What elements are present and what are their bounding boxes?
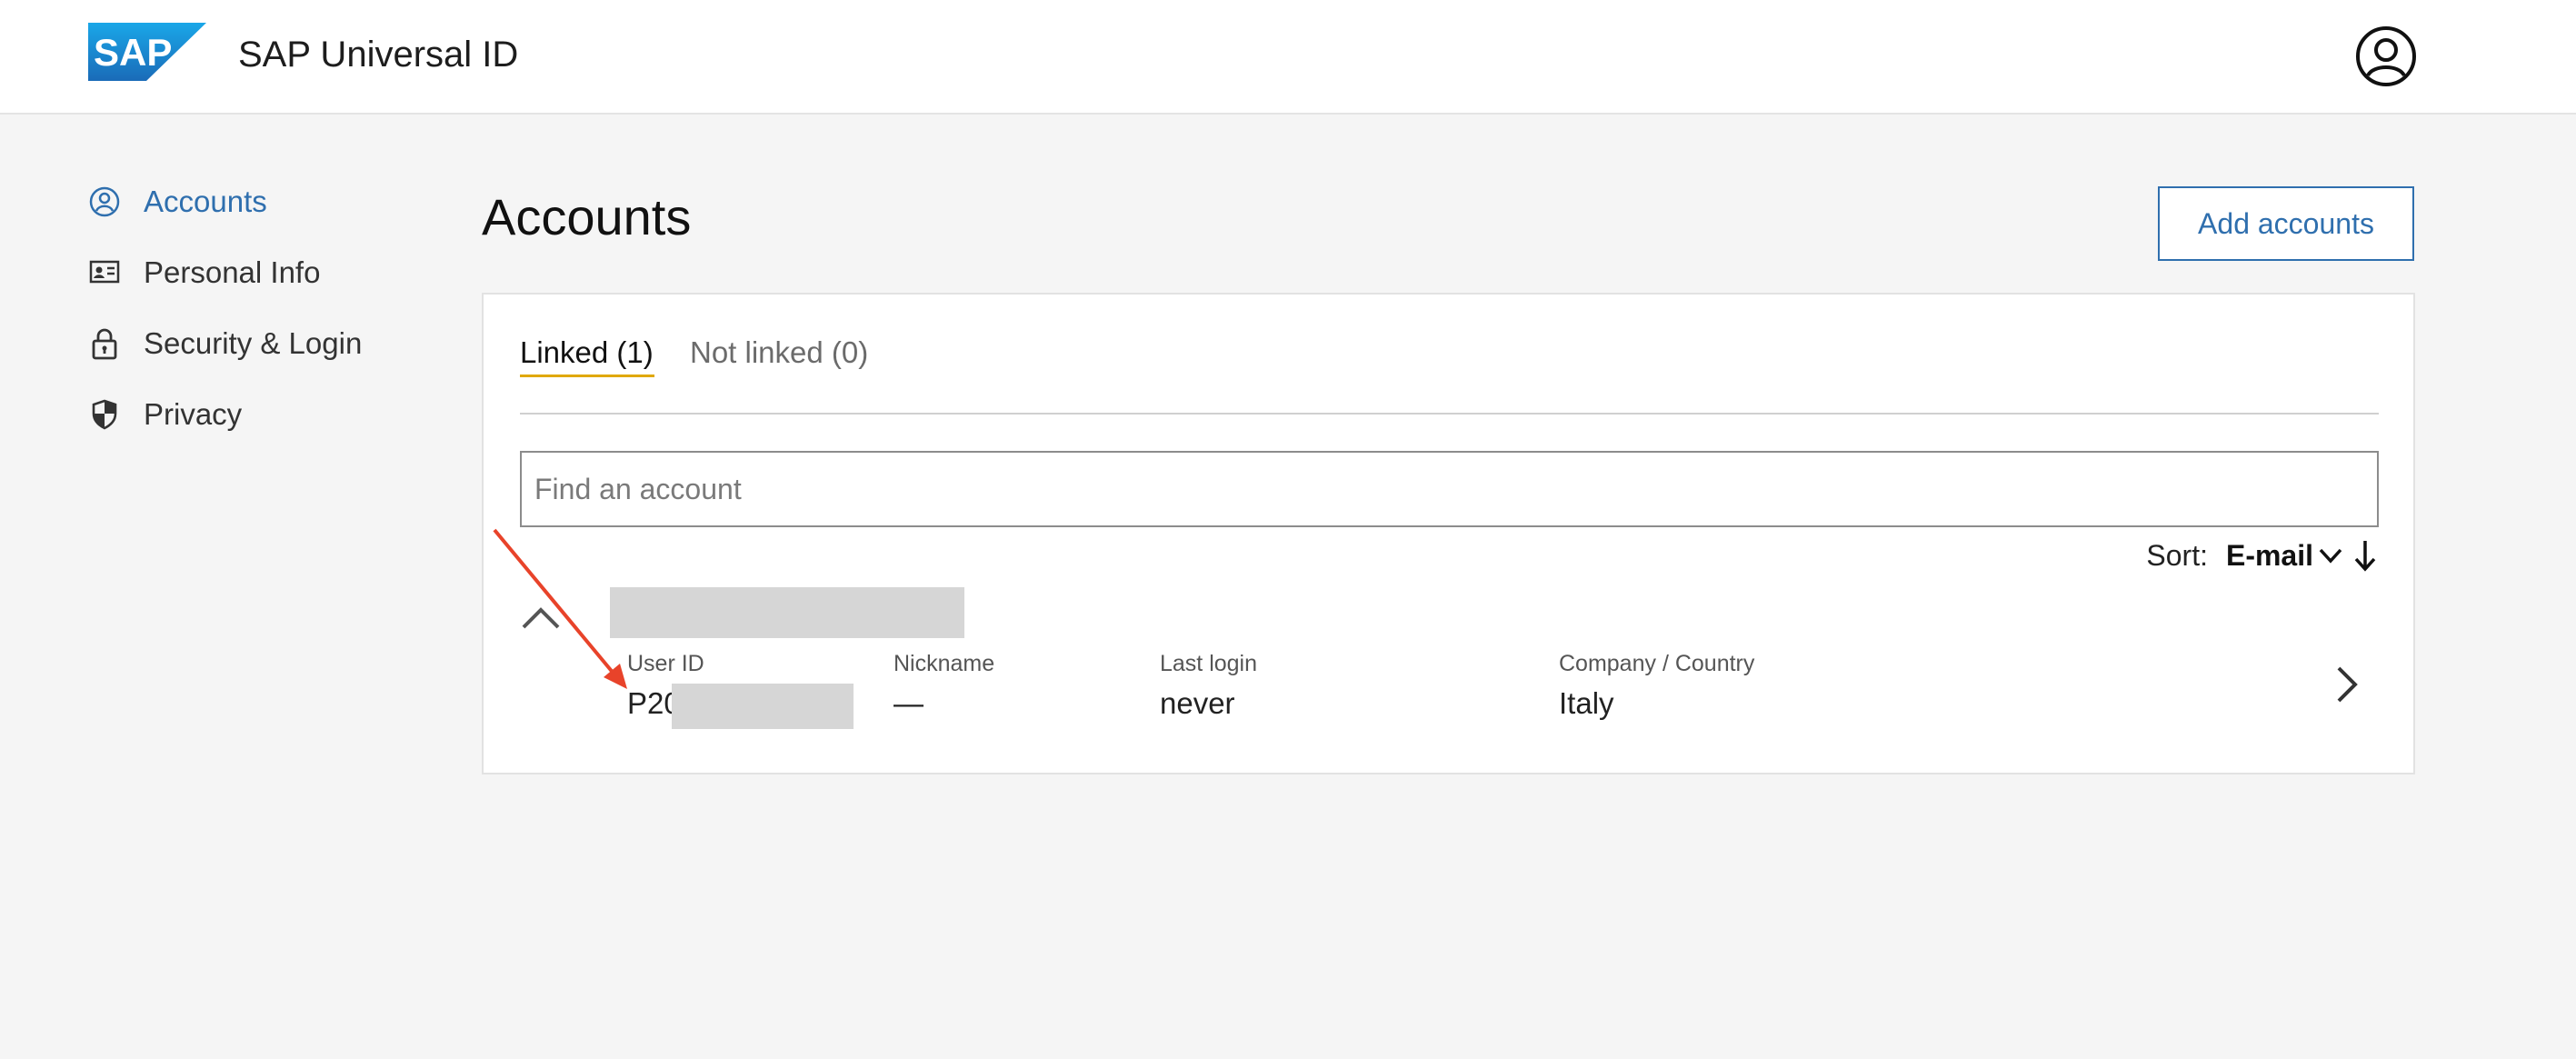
chevron-right-icon[interactable]: [2333, 664, 2361, 705]
sidebar-item-privacy[interactable]: Privacy: [88, 391, 242, 438]
redacted-user-id: [672, 684, 854, 729]
app-title: SAP Universal ID: [238, 35, 519, 75]
sidebar-item-label: Accounts: [144, 185, 267, 218]
company-country-label: Company / Country: [1559, 651, 1755, 676]
lock-icon: [88, 327, 121, 360]
top-header: SAP SAP Universal ID: [0, 0, 2576, 115]
sidebar-item-label: Privacy: [144, 397, 243, 431]
company-country-value: Italy: [1559, 686, 1614, 720]
sidebar-item-label: Security & Login: [144, 326, 363, 360]
user-id-label: User ID: [627, 651, 704, 676]
sort-label: Sort:: [2146, 538, 2208, 572]
tab-not-linked[interactable]: Not linked (0): [690, 331, 868, 375]
chevron-down-icon[interactable]: [2317, 542, 2344, 569]
sidebar-item-accounts[interactable]: Accounts: [88, 178, 267, 225]
nickname-value: —: [894, 686, 924, 720]
id-card-icon: [88, 256, 121, 289]
chevron-up-icon[interactable]: [520, 604, 562, 631]
search-input[interactable]: [520, 451, 2379, 527]
sidebar-item-personal-info[interactable]: Personal Info: [88, 249, 320, 296]
sort-control: Sort: E-mail: [2146, 538, 2379, 573]
last-login-value: never: [1160, 686, 1235, 720]
nickname-label: Nickname: [894, 651, 995, 676]
accounts-card: Linked (1) Not linked (0) Sort: E-mail U…: [482, 293, 2415, 774]
active-tab-indicator: [520, 375, 654, 377]
user-circle-icon: [88, 185, 121, 218]
last-login-label: Last login: [1160, 651, 1258, 676]
shield-icon: [88, 398, 121, 431]
tab-linked[interactable]: Linked (1): [520, 331, 654, 375]
sort-value-dropdown[interactable]: E-mail: [2226, 539, 2313, 573]
sort-direction-arrow-icon[interactable]: [2351, 538, 2379, 573]
page-title: Accounts: [482, 188, 692, 245]
user-profile-icon[interactable]: [2355, 25, 2417, 87]
svg-text:SAP: SAP: [94, 31, 172, 74]
sidebar-item-security-login[interactable]: Security & Login: [88, 320, 362, 367]
redacted-account-name: [610, 587, 964, 638]
add-accounts-button[interactable]: Add accounts: [2158, 186, 2414, 261]
sap-logo[interactable]: SAP: [88, 23, 206, 81]
tab-divider: [520, 413, 2379, 415]
sidebar-item-label: Personal Info: [144, 255, 321, 289]
